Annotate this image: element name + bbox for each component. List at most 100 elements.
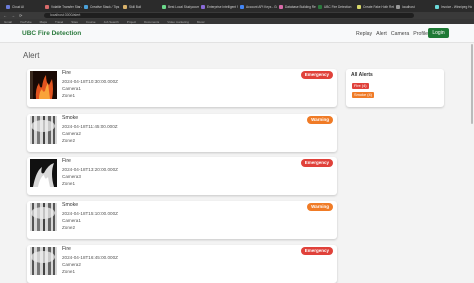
alert-camera: Camera2 <box>62 131 81 136</box>
alert-card[interactable]: Fire 2024-04-18T13:20:00.000Z Camera3 Zone1… <box>27 157 337 195</box>
bookmark-item[interactable]: Project <box>127 20 136 24</box>
alert-zone: Zone1 <box>62 93 76 98</box>
bookmark-item[interactable]: Job Search <box>104 20 119 24</box>
bookmark-item[interactable]: Gmail <box>4 20 12 24</box>
summary-title: All Alerts <box>351 72 373 78</box>
alert-zone: Zone1 <box>62 269 76 274</box>
bookmark-item[interactable]: Course <box>86 20 96 24</box>
tab-favicon-icon <box>318 4 322 9</box>
tab-favicon-icon <box>201 4 205 9</box>
bookmark-item[interactable]: Maps <box>40 20 47 24</box>
reload-icon[interactable]: ⟳ <box>19 13 22 18</box>
tab-title: Best Local Studycourses <box>168 4 199 9</box>
alert-camera: Camera1 <box>62 86 81 91</box>
page-scrollbar[interactable] <box>471 44 473 124</box>
alert-camera: Camera1 <box>62 218 81 223</box>
browser-tab[interactable]: UBC Fire Detection <box>318 2 355 11</box>
nav-replay[interactable]: Replay <box>356 31 372 37</box>
tab-favicon-icon <box>45 4 49 9</box>
alert-thumbnail[interactable] <box>30 71 57 99</box>
alert-summary-panel: All Alerts Fire (4) Smoke (4) <box>346 69 444 107</box>
summary-smoke-badge[interactable]: Smoke (4) <box>352 92 374 98</box>
alert-time: 2024-04-18T11:45:00.000Z <box>62 124 118 129</box>
alert-camera: Camera3 <box>62 174 81 179</box>
tab-title: Invoice - Winnipeg Hotel-3 <box>441 4 472 9</box>
tab-title: Enterprise Intelligent Search <box>207 4 238 9</box>
browser-tab[interactable]: Database Building Require <box>279 2 316 11</box>
tab-favicon-icon <box>123 4 127 9</box>
browser-tab[interactable]: Cloud AI <box>6 2 43 11</box>
bookmark-item[interactable]: Sites <box>71 20 78 24</box>
brand-title[interactable]: UBC Fire Detection <box>22 30 81 37</box>
browser-tab[interactable]: Volatile Transfer Star & Rec <box>45 2 82 11</box>
browser-tab[interactable]: Create Fake Hoth Rebel Alt <box>357 2 394 11</box>
tab-title: Creative Stack / Tips <box>90 4 120 9</box>
tab-title: Database Building Require <box>285 4 316 9</box>
back-icon[interactable]: ← <box>3 13 7 18</box>
alert-time: 2024-04-18T16:45:00.000Z <box>62 255 118 260</box>
alert-card[interactable]: Smoke 2024-04-18T11:45:00.000Z Camera2 Zone… <box>27 114 337 152</box>
tab-favicon-icon <box>357 4 361 9</box>
tab-favicon-icon <box>162 4 166 9</box>
alert-type: Fire <box>62 158 71 164</box>
tab-title: Cloud AI <box>12 4 25 9</box>
alert-card[interactable]: Fire 2024-04-18T10:30:00.000Z Camera1 Zone1… <box>27 69 337 107</box>
browser-tab[interactable]: Skill Buil <box>123 2 160 11</box>
browser-tab[interactable]: Best Local Studycourses <box>162 2 199 11</box>
login-button[interactable]: Login <box>428 28 449 38</box>
alert-thumbnail[interactable] <box>30 247 57 275</box>
tab-title: Account API Keys - Google Cl <box>246 4 277 9</box>
browser-tab[interactable]: Invoice - Winnipeg Hotel-3 <box>435 2 472 11</box>
alert-camera: Camera2 <box>62 262 81 267</box>
app-navbar: UBC Fire Detection Replay Alert Camera P… <box>0 24 474 43</box>
alert-zone: Zone2 <box>62 225 76 230</box>
alert-type: Fire <box>62 70 71 76</box>
browser-toolbar: ← → ⟳ localhost:3000/alert <box>0 12 474 19</box>
tab-favicon-icon <box>6 4 10 9</box>
severity-badge: Emergency <box>300 247 333 255</box>
tab-favicon-icon <box>84 4 88 9</box>
tab-favicon-icon <box>279 4 283 9</box>
bookmark-item[interactable]: Documents <box>144 20 159 24</box>
address-bar[interactable]: localhost:3000/alert <box>44 13 414 18</box>
nav-alert[interactable]: Alert <box>376 31 387 37</box>
bookmark-item[interactable]: YouTube <box>20 20 32 24</box>
alert-thumbnail[interactable] <box>30 159 57 187</box>
tab-title: Skill Buil <box>129 4 142 9</box>
severity-badge: Emergency <box>300 159 333 167</box>
summary-fire-badge[interactable]: Fire (4) <box>352 83 369 89</box>
alert-card[interactable]: Smoke 2024-04-18T15:10:00.000Z Camera1 Zone… <box>27 201 337 239</box>
alert-thumbnail[interactable] <box>30 116 57 144</box>
tab-title: UBC Fire Detection <box>324 4 352 9</box>
bookmark-item[interactable]: Travel <box>55 20 63 24</box>
alert-type: Smoke <box>62 202 79 208</box>
forward-icon[interactable]: → <box>11 13 15 18</box>
severity-badge: Warning <box>307 203 333 211</box>
nav-profile[interactable]: Profile <box>413 31 428 37</box>
tab-title: Create Fake Hoth Rebel Alt <box>363 4 394 9</box>
severity-badge: Warning <box>307 116 333 124</box>
alert-type: Smoke <box>62 115 79 121</box>
page-title: Alert <box>23 51 40 60</box>
tab-favicon-icon <box>240 4 244 9</box>
tab-favicon-icon <box>435 4 439 9</box>
alert-thumbnail[interactable] <box>30 203 57 231</box>
nav-camera[interactable]: Camera <box>391 31 409 37</box>
severity-badge: Emergency <box>300 71 333 79</box>
alert-zone: Zone1 <box>62 181 76 186</box>
bookmark-item[interactable]: Music <box>197 20 205 24</box>
alert-zone: Zone2 <box>62 138 76 143</box>
browser-tab[interactable]: Account API Keys - Google Cl <box>240 2 277 11</box>
alert-time: 2024-04-18T15:10:00.000Z <box>62 211 118 216</box>
tab-title: localhost <box>402 4 415 9</box>
browser-tab[interactable]: Creative Stack / Tips <box>84 2 121 11</box>
nav-links: Replay Alert Camera Profile <box>356 31 428 37</box>
browser-tab[interactable]: localhost <box>396 2 433 11</box>
browser-tab[interactable]: Enterprise Intelligent Search <box>201 2 238 11</box>
tab-favicon-icon <box>396 4 400 9</box>
alert-type: Fire <box>62 246 71 252</box>
browser-tab-strip: Cloud AI Volatile Transfer Star & Rec Crea… <box>0 0 474 12</box>
alert-card[interactable]: Fire 2024-04-18T16:45:00.000Z Camera2 Zone1… <box>27 245 337 283</box>
alert-time: 2024-04-18T10:30:00.000Z <box>62 79 118 84</box>
bookmark-item[interactable]: Video marketing <box>167 20 189 24</box>
